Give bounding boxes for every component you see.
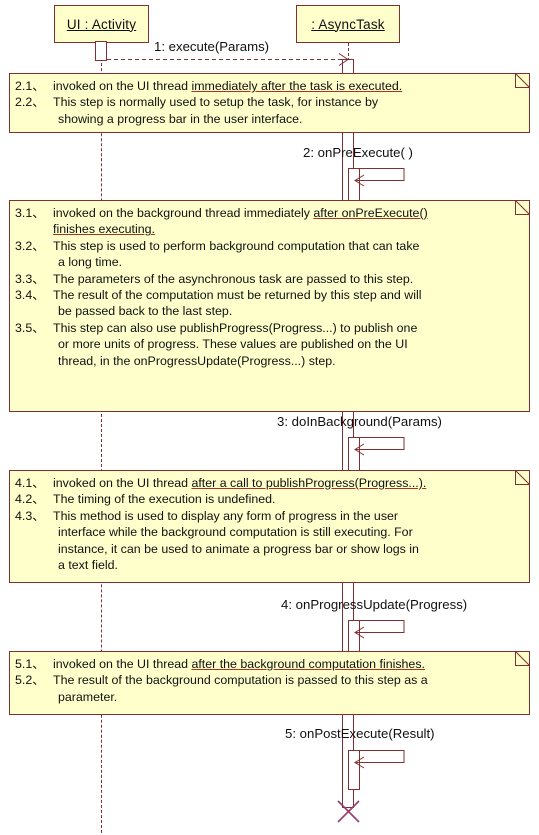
message-label-onpreexecute: 2: onPreExecute( ) (303, 145, 413, 160)
note-continuation-line: be passed back to the last step. (58, 304, 233, 319)
note-line-text: The parameters of the asynchronous task … (53, 271, 414, 286)
note-onprogressupdate[interactable]: 4.1、 invoked on the UI thread after a ca… (9, 470, 530, 583)
activation-bar-onpostexecute[interactable] (348, 750, 360, 790)
note-line-text: This step is normally used to setup the … (53, 95, 379, 110)
note-line: 5.2、 The result of the background comput… (15, 672, 523, 688)
note-line-number: 4.2、 (15, 492, 45, 507)
note-line-underlined: immediately after the task is executed. (191, 79, 403, 93)
note-line-text: finishes executing. (53, 221, 523, 237)
note-line-text: invoked on the UI thread immediately aft… (53, 79, 403, 93)
note-fold-icon (515, 470, 530, 485)
note-continuation-line: a text field. (58, 558, 118, 573)
note-line-text: The result of the computation must be re… (53, 288, 422, 303)
note-line: 3.2、 This step is used to perform backgr… (15, 238, 523, 254)
note-line: 4.1、 invoked on the UI thread after a ca… (15, 475, 523, 491)
note-line-underlined: after a call to publishProgress(Progress… (191, 476, 427, 490)
note-line-text: invoked on the UI thread after the backg… (53, 657, 425, 671)
note-line: 2.1、 invoked on the UI thread immediatel… (15, 78, 523, 94)
message-arrow-onpreexecute (354, 168, 405, 187)
note-line: finishes executing. (15, 221, 523, 237)
note-line-text: This step is used to perform background … (53, 238, 420, 253)
message-label-doinbackground: 3: doInBackground(Params) (277, 414, 442, 429)
note-onpostexecute[interactable]: 5.1、 invoked on the UI thread after the … (9, 651, 530, 715)
lifeline-header-asynctask[interactable]: : AsyncTask (296, 5, 400, 43)
message-label-execute: 1: execute(Params) (154, 39, 270, 54)
lifeline-header-activity[interactable]: UI : Activity (54, 5, 149, 43)
note-line-number: 2.2、 (15, 95, 45, 110)
note-line-number: 2.1、 (15, 79, 45, 93)
message-arrow-onpostexecute (354, 750, 405, 769)
note-continuation-line: parameter. (58, 689, 118, 704)
message-label-onpostexecute: 5: onPostExecute(Result) (285, 726, 435, 741)
note-continuation-line: showing a progress bar in the user inter… (58, 111, 303, 126)
note-line-number: 3.1、 (15, 206, 45, 220)
note-continuation-line: thread, in the onProgressUpdate(Progress… (58, 353, 336, 368)
lifeline-header-asynctask-label: : AsyncTask (311, 16, 385, 32)
lifeline-header-activity-label: UI : Activity (66, 16, 137, 32)
note-fold-icon (515, 651, 530, 666)
note-line-number: 4.1、 (15, 476, 45, 490)
note-continuation-line: instance, it can be used to animate a pr… (58, 541, 419, 556)
note-line-number: 5.1、 (15, 657, 45, 671)
note-continuation-line: or more units of progress. These values … (58, 337, 408, 352)
note-line: 3.4、 The result of the computation must … (15, 287, 523, 303)
note-line-number: 3.4、 (15, 288, 45, 303)
note-continuation-line: a long time. (58, 255, 123, 270)
note-onpreexecute[interactable]: 2.1、 invoked on the UI thread immediatel… (9, 73, 530, 133)
activation-bar-activity-execute[interactable] (95, 41, 107, 61)
note-line-number: 5.2、 (15, 673, 45, 688)
note-fold-icon (515, 73, 530, 88)
message-arrow-onprogressupdate (354, 620, 405, 639)
note-line-text: This step can also use publishProgress(P… (53, 320, 418, 335)
note-line: 3.3、 The parameters of the asynchronous … (15, 271, 523, 287)
note-line: 3.1、 invoked on the background thread im… (15, 205, 523, 221)
message-label-onprogressupdate: 4: onProgressUpdate(Progress) (281, 597, 468, 612)
note-line-text: invoked on the background thread immedia… (53, 206, 428, 220)
note-line-underlined: after the background computation finishe… (191, 657, 425, 671)
note-continuation-line: interface while the background computati… (58, 525, 413, 540)
note-line: 2.2、 This step is normally used to setup… (15, 94, 523, 110)
note-line-text: The timing of the execution is undefined… (53, 492, 276, 507)
note-line-text: The result of the background computation… (53, 673, 428, 688)
message-arrow-execute (107, 53, 349, 66)
note-fold-icon (515, 200, 530, 215)
note-line-text: This method is used to display any form … (53, 508, 399, 523)
note-line: 3.5、 This step can also use publishProgr… (15, 320, 523, 336)
note-line-number: 3.2、 (15, 238, 45, 253)
note-line: 4.3、 This method is used to display any … (15, 508, 523, 524)
note-line-text: invoked on the UI thread after a call to… (53, 476, 427, 490)
note-line-underlined: after onPreExecute() (313, 206, 428, 220)
note-line: 5.1、 invoked on the UI thread after the … (15, 656, 523, 672)
note-line-number: 3.5、 (15, 320, 45, 335)
note-line-number: 3.3、 (15, 271, 45, 286)
message-arrow-doinbackground (354, 437, 405, 456)
note-line-number: 4.3、 (15, 508, 45, 523)
note-doinbackground[interactable]: 3.1、 invoked on the background thread im… (9, 200, 530, 412)
note-line: 4.2、 The timing of the execution is unde… (15, 491, 523, 507)
note-line-underlined: finishes executing. (53, 222, 155, 237)
uml-sequence-diagram: UI : Activity : AsyncTask 1: execute(Par… (0, 0, 539, 835)
